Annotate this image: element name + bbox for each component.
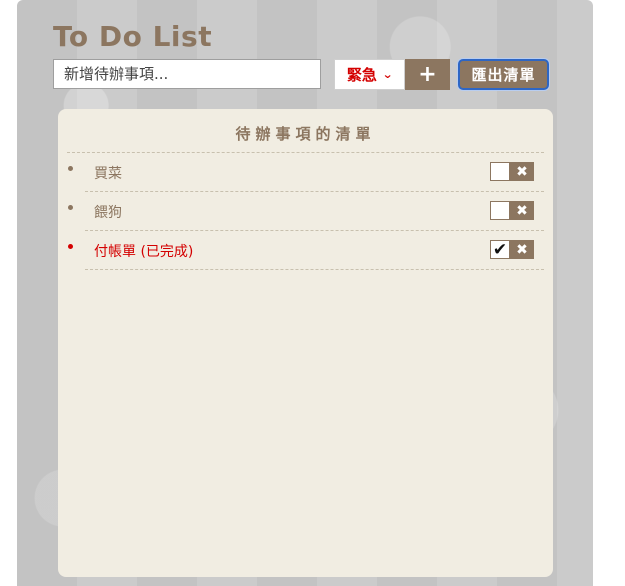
priority-select[interactable]: 緊急 ⌄ (334, 59, 405, 90)
todo-app: To Do List 緊急 ⌄ + 匯出清單 待辦事項的清單 買菜 ✖ 餵狗 (17, 0, 593, 586)
todo-item: 買菜 ✖ (68, 153, 544, 192)
new-todo-input[interactable] (53, 59, 321, 89)
complete-checkbox[interactable]: ✔ (490, 239, 510, 260)
close-icon: ✖ (516, 241, 528, 258)
todo-item: 餵狗 ✖ (68, 192, 544, 231)
bullet-icon (68, 166, 73, 171)
complete-checkbox[interactable] (490, 201, 510, 220)
todo-item-text: 付帳單 (已完成) (94, 244, 194, 260)
close-icon: ✖ (516, 202, 528, 219)
complete-checkbox[interactable] (490, 162, 510, 181)
delete-button[interactable]: ✖ (510, 162, 534, 181)
todo-item-text: 餵狗 (94, 205, 122, 221)
delete-button[interactable]: ✖ (510, 240, 534, 259)
todo-list: 買菜 ✖ 餵狗 ✖ 付帳單 (已完成) ✔ ✖ (67, 153, 544, 270)
export-list-button[interactable]: 匯出清單 (458, 59, 549, 90)
todo-item: 付帳單 (已完成) ✔ ✖ (68, 231, 544, 270)
todo-list-panel: 待辦事項的清單 買菜 ✖ 餵狗 ✖ 付帳單 (已完成) ✔ ✖ (58, 109, 553, 577)
bullet-icon (68, 205, 73, 210)
add-todo-button[interactable]: + (405, 59, 450, 90)
todo-item-text: 買菜 (94, 166, 122, 182)
app-title: To Do List (53, 20, 213, 53)
delete-button[interactable]: ✖ (510, 201, 534, 220)
close-icon: ✖ (516, 163, 528, 180)
plus-icon: + (418, 62, 437, 87)
checkmark-icon: ✔ (492, 239, 508, 260)
bullet-icon (68, 244, 73, 249)
panel-title: 待辦事項的清單 (235, 125, 376, 143)
priority-selected-label: 緊急 (346, 66, 377, 84)
chevron-down-icon: ⌄ (381, 68, 394, 81)
